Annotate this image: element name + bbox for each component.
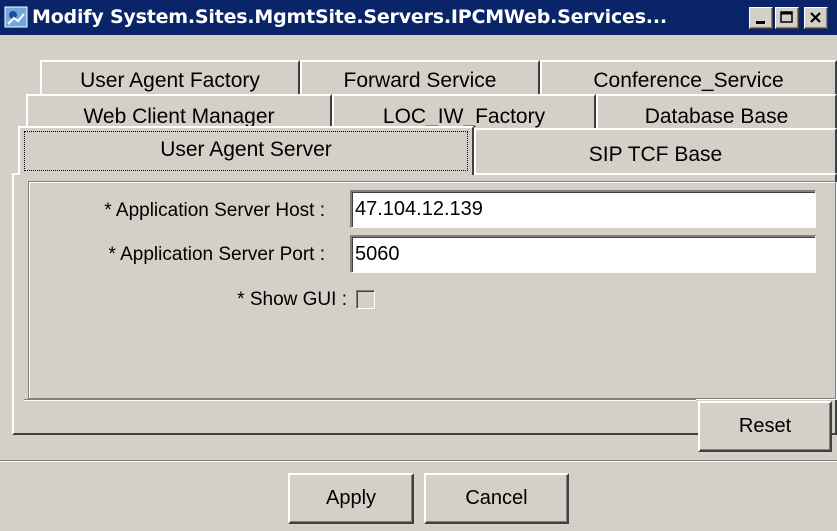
tab-database-base[interactable]: Database Base [596,94,837,130]
app-window-icon [4,6,28,28]
tab-sip-tcf-base[interactable]: SIP TCF Base [474,128,837,173]
tab-user-agent-server[interactable]: User Agent Server [18,126,474,175]
port-input[interactable]: 5060 [350,235,816,273]
close-icon [810,12,821,23]
close-button[interactable] [804,7,828,29]
tab-label: Database Base [644,105,789,128]
focus-outline [24,131,468,171]
tab-web-client-manager[interactable]: Web Client Manager [26,94,332,130]
divider [24,399,696,401]
minimize-icon [756,21,765,24]
cancel-button[interactable]: Cancel [424,473,569,524]
window-title: Modify System.Sites.MgmtSite.Servers.IPC… [32,6,667,28]
maximize-icon [780,11,793,23]
show-gui-checkbox[interactable] [356,290,375,309]
port-label: * Application Server Port : [108,244,326,265]
host-input[interactable]: 47.104.12.139 [350,190,816,228]
bottom-divider [0,460,837,462]
reset-button[interactable]: Reset [698,401,832,452]
host-label: * Application Server Host : [104,200,325,221]
title-bar[interactable]: Modify System.Sites.MgmtSite.Servers.IPC… [0,0,837,35]
show-gui-label: * Show GUI : [237,289,347,310]
tab-label: LOC_IW_Factory [382,105,546,128]
maximize-button[interactable] [775,7,799,29]
apply-button[interactable]: Apply [288,473,414,524]
minimize-button[interactable] [749,7,773,29]
tab-loc-iw-factory[interactable]: LOC_IW_Factory [332,94,596,130]
tab-label: Web Client Manager [83,105,275,128]
